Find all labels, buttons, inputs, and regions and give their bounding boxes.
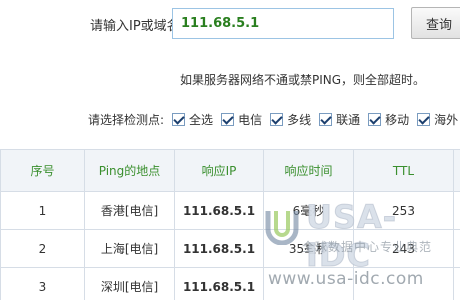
checkbox[interactable] (417, 112, 431, 126)
cell-ip: 111.68.5.1 (174, 191, 264, 230)
header-time: 响应时间 (263, 149, 354, 192)
cell-no: 2 (0, 229, 85, 268)
node-option-telecom[interactable]: 电信 (221, 111, 262, 128)
checkbox[interactable] (319, 112, 333, 126)
cell-location: 深圳[电信] (84, 267, 175, 300)
node-option-mobile[interactable]: 移动 (368, 111, 409, 128)
watermark-brand: USA-IDC (306, 198, 398, 275)
node-option-multiline[interactable]: 多线 (270, 111, 311, 128)
checkbox[interactable] (270, 112, 284, 126)
query-button[interactable]: 查询 (411, 7, 460, 39)
node-option-label: 移动 (385, 112, 410, 127)
node-option-overseas[interactable]: 海外 ? (417, 111, 460, 128)
table-header-row: 序号 Ping的地点 响应IP 响应时间 TTL (0, 149, 460, 192)
header-extra (453, 149, 460, 192)
node-option-select-all[interactable]: 全选 (172, 111, 213, 128)
cell-no: 3 (0, 267, 85, 300)
query-label: 请输入IP或域名: (90, 19, 185, 34)
cell-ip: 111.68.5.1 (174, 229, 264, 268)
node-option-label: 联通 (336, 112, 361, 127)
cell-no: 1 (0, 191, 85, 230)
header-no: 序号 (0, 149, 85, 192)
node-selector: 请选择检测点: 全选 电信 多线 联通 移动 海外 ? (88, 111, 460, 127)
checkbox[interactable] (368, 112, 382, 126)
node-option-label: 海外 (434, 112, 459, 127)
node-option-unicom[interactable]: 联通 (319, 111, 360, 128)
watermark-subtitle: 全球数据中心专业典范 (302, 240, 433, 254)
usa-idc-logo-icon (265, 211, 299, 245)
checkbox[interactable] (221, 112, 235, 126)
node-option-label: 多线 (287, 112, 312, 127)
header-ttl: TTL (353, 149, 454, 192)
cell-ip: 111.68.5.1 (174, 267, 264, 300)
query-bar: 请输入IP或域名: 查询 (0, 0, 460, 50)
cell-location: 香港[电信] (84, 191, 175, 230)
node-option-label: 电信 (238, 112, 263, 127)
cell-location: 上海[电信] (84, 229, 175, 268)
node-option-label: 全选 (189, 112, 214, 127)
node-selector-label: 请选择检测点: (88, 112, 165, 127)
header-location: Ping的地点 (84, 149, 175, 192)
header-ip: 响应IP (174, 149, 264, 192)
ping-notice: 如果服务器网络不通或禁PING，则全部超时。 (180, 73, 426, 87)
checkbox[interactable] (172, 112, 186, 126)
watermark-url: www.usa-idc.com (268, 269, 424, 289)
ip-domain-input[interactable] (172, 8, 394, 39)
